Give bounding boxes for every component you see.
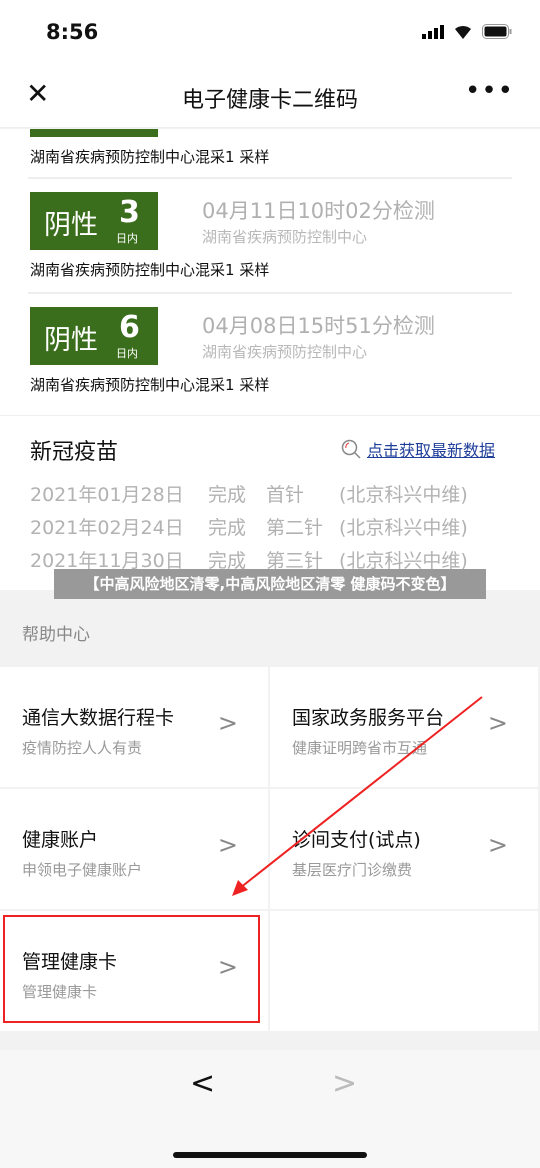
home-indicator[interactable] bbox=[173, 1152, 367, 1158]
bottom-toolbar: < > bbox=[0, 1050, 540, 1168]
back-arrow-icon[interactable]: < bbox=[190, 1066, 215, 1101]
annotation-arrow bbox=[232, 696, 483, 896]
forward-arrow-icon[interactable]: > bbox=[332, 1066, 357, 1101]
